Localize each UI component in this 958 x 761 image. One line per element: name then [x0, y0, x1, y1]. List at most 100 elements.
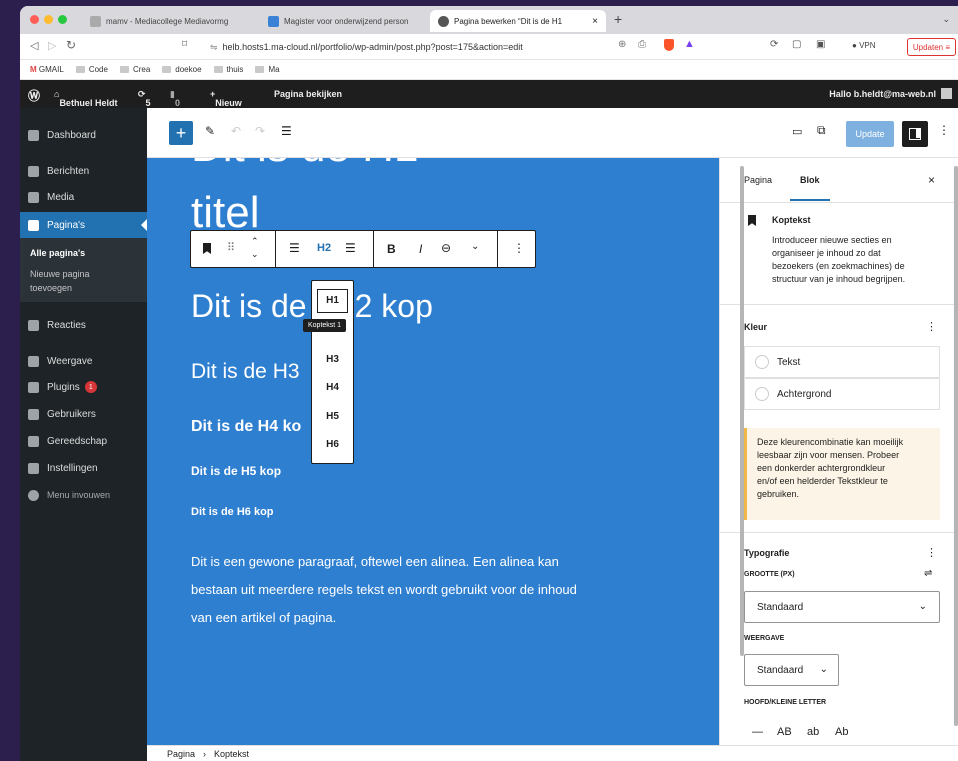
- tab-blok[interactable]: Blok: [800, 175, 820, 185]
- case-capitalize-button[interactable]: Ab: [835, 726, 848, 738]
- h6-heading[interactable]: Dit is de H6 kop: [191, 506, 274, 518]
- link-icon[interactable]: ⊖: [441, 241, 451, 255]
- bookmark-gmail[interactable]: M GMAIL: [30, 65, 64, 74]
- bookmark-thuis[interactable]: thuis: [213, 65, 243, 74]
- vpn-button[interactable]: ● VPN: [852, 41, 876, 50]
- sidebar-item-instellingen[interactable]: Instellingen: [20, 455, 147, 481]
- back-icon[interactable]: ◁: [30, 39, 38, 52]
- zoom-window-button[interactable]: [58, 15, 67, 24]
- drag-handle-icon[interactable]: ⠿: [227, 241, 235, 254]
- update-browser-button[interactable]: Updaten ≡: [906, 38, 956, 56]
- preview-icon[interactable]: ▭: [792, 125, 802, 138]
- h3-heading[interactable]: Dit is de H3p: [191, 360, 329, 384]
- h4-heading[interactable]: Dit is de H4 ko: [191, 418, 301, 436]
- reload-icon[interactable]: ↻: [66, 38, 76, 52]
- sidebar-item-weergave[interactable]: Weergave: [20, 348, 147, 374]
- new-content-link[interactable]: + Nieuw: [210, 89, 242, 108]
- submenu-alle-paginas[interactable]: Alle pagina's: [30, 248, 85, 258]
- align-icon[interactable]: ☰: [289, 241, 300, 255]
- color-background-option[interactable]: Achtergrond: [744, 378, 940, 410]
- heading-option-h3[interactable]: H3: [312, 354, 353, 365]
- site-info-icon[interactable]: ⇋: [210, 42, 218, 53]
- close-tab-icon[interactable]: ×: [592, 16, 598, 27]
- close-panel-icon[interactable]: ×: [928, 173, 935, 187]
- sidebar-item-media[interactable]: Media: [20, 184, 147, 210]
- case-upper-button[interactable]: AB: [777, 726, 792, 738]
- color-options-icon[interactable]: ⋮: [926, 320, 937, 333]
- list-view-icon[interactable]: ☰: [281, 124, 292, 138]
- account-link[interactable]: Hallo b.heldt@ma-web.nl: [829, 89, 936, 99]
- tab-pagina-bewerken[interactable]: Pagina bewerken “Dit is de H1 ×: [430, 10, 606, 32]
- move-block-icon[interactable]: ⌃ ⌄: [251, 235, 259, 261]
- sidebar-item-gereedschap[interactable]: Gereedschap: [20, 428, 147, 454]
- sidebar-item-paginas[interactable]: Pagina's: [20, 212, 147, 238]
- sidebar-item-plugins[interactable]: Plugins 1: [20, 374, 147, 400]
- heading-option-h6[interactable]: H6: [312, 439, 353, 450]
- custom-size-icon[interactable]: ⇌: [924, 568, 932, 579]
- block-options-icon[interactable]: ⋮: [513, 241, 525, 255]
- paragraph-block[interactable]: Dit is een gewone paragraaf, oftewel een…: [191, 548, 577, 632]
- appearance-select[interactable]: Standaard ⌄: [744, 654, 839, 686]
- italic-button[interactable]: I: [419, 242, 422, 256]
- minimize-window-button[interactable]: [44, 15, 53, 24]
- brave-rewards-icon[interactable]: ▲: [684, 38, 695, 50]
- typography-options-icon[interactable]: ⋮: [926, 546, 937, 559]
- share-icon[interactable]: ⎙: [638, 39, 646, 50]
- bookmark-crea[interactable]: Crea: [119, 65, 150, 74]
- extensions-icon[interactable]: ⟳: [770, 39, 778, 50]
- tab-mediacollege[interactable]: mamv - Mediacollege Mediavormg: [82, 10, 260, 32]
- add-block-button[interactable]: +: [169, 121, 193, 145]
- redo-icon[interactable]: ↷: [255, 124, 265, 138]
- canvas-scrollbar[interactable]: [740, 166, 744, 656]
- bookmark-icon[interactable]: ⌑: [182, 39, 187, 50]
- wallet-icon[interactable]: ▣: [816, 39, 825, 50]
- sidebar-item-berichten[interactable]: Berichten: [20, 158, 147, 184]
- bookmark-ma[interactable]: Ma: [255, 65, 280, 74]
- settings-panel-button[interactable]: [902, 121, 928, 147]
- collapse-menu-button[interactable]: Menu invouwen: [20, 482, 147, 508]
- h1-heading[interactable]: Dit is de H1: [191, 158, 418, 172]
- color-text-option[interactable]: Tekst: [744, 346, 940, 378]
- breadcrumb-koptekst[interactable]: Koptekst: [214, 749, 249, 759]
- update-button[interactable]: Update: [846, 121, 894, 147]
- tab-magister[interactable]: Magister voor onderwijzend person: [260, 10, 430, 32]
- sidebar-item-reacties[interactable]: Reacties: [20, 312, 147, 338]
- zoom-icon[interactable]: ⊕: [618, 39, 626, 50]
- heading-option-h5[interactable]: H5: [312, 411, 353, 422]
- sidebar-item-dashboard[interactable]: Dashboard: [20, 122, 147, 148]
- tab-list-icon[interactable]: ⌄: [942, 14, 950, 25]
- bookmark-code[interactable]: Code: [75, 65, 108, 74]
- font-size-select[interactable]: Standaard ⌄: [744, 591, 940, 623]
- brave-shield-icon[interactable]: [664, 39, 674, 51]
- case-lower-button[interactable]: ab: [807, 726, 819, 738]
- bold-button[interactable]: B: [387, 242, 396, 256]
- submenu-nieuwe-pagina[interactable]: Nieuwe pagina toevoegen: [30, 267, 90, 295]
- view-page-icon[interactable]: ⧉: [817, 123, 826, 138]
- comments-link[interactable]: ▮ 0: [170, 89, 180, 108]
- site-name-link[interactable]: ⌂ Bethuel Heldt: [54, 89, 117, 108]
- heading-option-h4[interactable]: H4: [312, 382, 353, 393]
- text-align-icon[interactable]: ☰: [345, 241, 356, 255]
- avatar[interactable]: [941, 88, 952, 99]
- close-window-button[interactable]: [30, 15, 39, 24]
- breadcrumb-pagina[interactable]: Pagina: [167, 749, 195, 759]
- more-formats-icon[interactable]: ⌄: [471, 241, 479, 252]
- sidebar-toggle-icon[interactable]: ▢: [792, 39, 801, 50]
- heading-level-button[interactable]: H2: [317, 242, 331, 254]
- forward-icon[interactable]: ▷: [48, 39, 56, 52]
- h5-heading[interactable]: Dit is de H5 kop: [191, 464, 281, 478]
- tab-pagina[interactable]: Pagina: [744, 175, 772, 185]
- wordpress-logo-icon[interactable]: Ⓦ: [28, 87, 40, 104]
- updates-link[interactable]: ⟳ 5: [138, 89, 151, 108]
- new-tab-button[interactable]: +: [614, 11, 622, 27]
- bookmark-doekoe[interactable]: doekoe: [162, 65, 202, 74]
- heading-option-h1[interactable]: H1: [317, 289, 348, 313]
- url-field[interactable]: ⇋ helb.hosts1.ma-cloud.nl/portfolio/wp-a…: [210, 38, 650, 56]
- options-icon[interactable]: ⋮: [938, 123, 950, 137]
- undo-icon[interactable]: ↶: [231, 124, 241, 138]
- edit-tool-icon[interactable]: ✎: [205, 124, 215, 138]
- case-none-button[interactable]: —: [752, 726, 763, 738]
- panel-scrollbar[interactable]: [954, 166, 958, 726]
- view-page-link[interactable]: Pagina bekijken: [274, 89, 342, 99]
- bookmark-block-icon[interactable]: [203, 243, 211, 254]
